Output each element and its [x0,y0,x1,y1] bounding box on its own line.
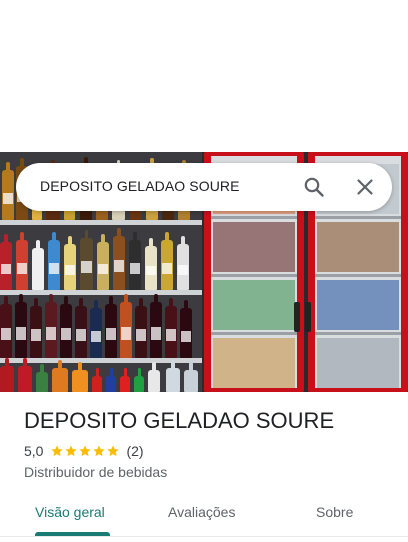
place-title: DEPOSITO GELADAO SOURE [24,408,335,433]
rating-stars [50,444,120,458]
search-bar[interactable]: DEPOSITO GELADAO SOURE [16,163,392,211]
close-icon[interactable] [353,175,377,199]
star-icon [51,445,64,457]
rating-value: 5,0 [24,443,44,459]
tab-overview[interactable]: Visão geral [35,504,105,520]
search-icon[interactable] [302,175,326,199]
review-count[interactable]: (2) [126,443,143,459]
tab-divider [0,536,408,537]
tab-about[interactable]: Sobre [316,504,353,520]
search-input[interactable]: DEPOSITO GELADAO SOURE [40,178,240,194]
star-icon [65,445,78,457]
tab-bar: Visão geral Avaliações Sobre [0,490,408,536]
star-icon [107,445,120,457]
map-area-blank [0,0,408,152]
star-icon [79,445,92,457]
tab-reviews[interactable]: Avaliações [168,504,235,520]
rating-row[interactable]: 5,0 (2) [24,443,144,459]
star-icon [93,445,106,457]
place-category: Distribuidor de bebidas [24,464,168,480]
